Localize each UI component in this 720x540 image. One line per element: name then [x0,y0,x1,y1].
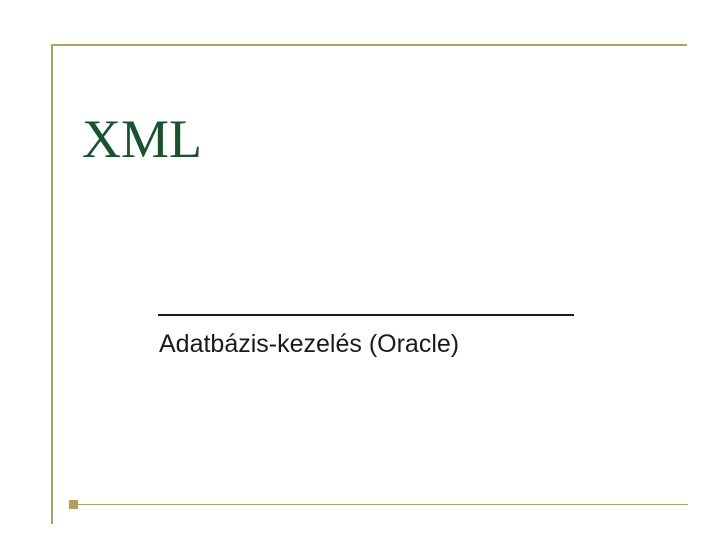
accent-square [69,500,78,509]
subtitle-divider [158,314,574,316]
slide-subtitle: Adatbázis-kezelés (Oracle) [159,330,459,359]
slide-title: XML [82,108,202,170]
accent-baseline [78,504,688,505]
